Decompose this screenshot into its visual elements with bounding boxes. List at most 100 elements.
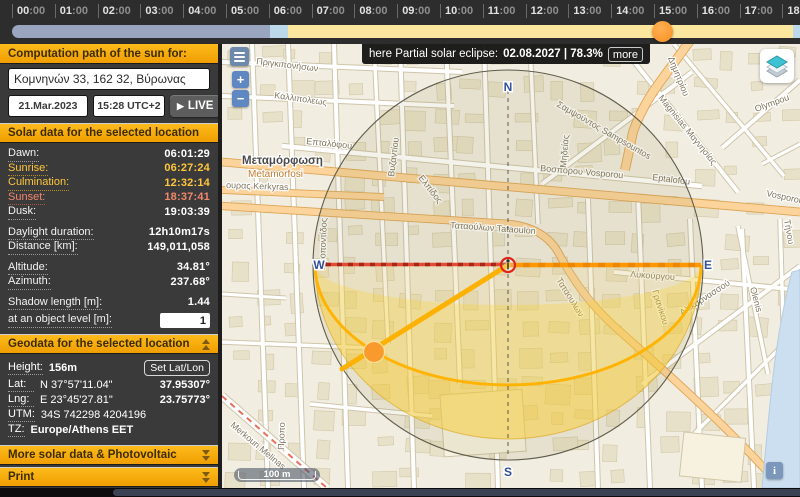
lat-dms: N 37°57'11.04" [40,378,160,392]
timeline-tick [354,4,355,18]
lng-label: Lng: [8,392,34,407]
bottom-scrollbar[interactable] [0,488,800,497]
solar-row: Sunset:18:37:41 [8,191,210,206]
timeline-hour-label: 17:00 [745,5,773,17]
section-collapsed-header[interactable]: Print [0,467,218,487]
section-solar-title: Solar data for the selected location [8,127,199,139]
section-geodata-header[interactable]: Geodata for the selected location [0,334,218,354]
solar-row: Shadow length [m]:1.44 [8,296,210,311]
sun-position-marker[interactable] [364,342,385,363]
timeline-hour-label: 10:00 [445,5,473,17]
timeline-tick [12,4,13,18]
lat-label: Lat: [8,377,34,392]
zoom-out-button[interactable]: − [232,90,249,107]
map-area: ΠριγκιπονήσωνΚαλλιπολεωςΕπταλόφουEptalof… [222,44,800,488]
map-canvas[interactable]: ΠριγκιπονήσωνΚαλλιπολεωςΕπταλόφουEptalof… [222,44,800,488]
svg-text:Προπο: Προπο [276,422,287,450]
solar-row: Culmination:12:32:14 [8,176,210,191]
timeline-hour-label: 00:00 [17,5,45,17]
play-icon: ▶ [177,101,184,112]
more-button[interactable]: more [608,47,643,62]
eclipse-banner-text: here Partial solar eclipse: [369,48,498,60]
timeline-time-marker[interactable] [652,21,673,42]
timeline-tick [397,4,398,18]
object-level-input[interactable] [160,313,210,328]
info-button[interactable]: i [766,462,783,479]
address-input[interactable] [8,68,210,90]
timeline-tick [98,4,99,18]
timeline-tick [568,4,569,18]
live-label: LIVE [188,100,214,112]
live-button[interactable]: ▶ LIVE [170,95,220,117]
menu-icon[interactable] [230,47,249,66]
lat-decimal: 37.95307° [160,378,210,392]
timeline-hour-label: 01:00 [60,5,88,17]
solar-row: Altitude:34.81° [8,261,210,276]
timeline-bar[interactable]: 00:0001:0002:0003:0004:0005:0006:0007:00… [0,0,800,44]
timeline-tick [440,4,441,18]
timeline-hour-label: 13:00 [573,5,601,17]
timeline-hour-label: 08:00 [359,5,387,17]
timeline-hour-label: 18:00 [787,5,800,17]
scrollbar-thumb[interactable] [113,489,800,496]
solar-row: Azimuth:237.68° [8,275,210,290]
section-computation-header[interactable]: Computation path of the sun for: [0,44,218,64]
timeline-hour-label: 03:00 [145,5,173,17]
section-solar-header[interactable]: Solar data for the selected location [0,123,218,143]
timeline-hour-label: 14:00 [616,5,644,17]
timeline-tick [782,4,783,18]
date-input[interactable] [8,95,88,117]
section-collapsed-header[interactable]: More solar data & Photovoltaic [0,445,218,465]
section-collapsed-title: Print [8,471,34,483]
timeline-hour-label: 04:00 [188,5,216,17]
collapse-down-icon[interactable] [202,472,210,483]
layers-icon[interactable] [760,49,794,83]
zoom-in-button[interactable]: + [232,71,249,88]
timeline-hour-label: 15:00 [659,5,687,17]
timeline-segment [270,25,288,38]
timeline-tick [740,4,741,18]
solar-row: Distance [km]:149,011,058 [8,240,210,255]
object-level-row: at an object level [m]: [8,313,210,328]
timeline-hour-label: 09:00 [402,5,430,17]
timeline-segment [793,25,800,38]
layers-glyph [764,53,790,79]
timeline-tick [483,4,484,18]
timeline-hour-label: 07:00 [317,5,345,17]
sidebar: Computation path of the sun for: ▶ LIVE … [0,44,222,488]
timeline-tick [312,4,313,18]
timeline-hour-label: 02:00 [103,5,131,17]
geodata-body: Height: 156m Set Lat/Lon Lat: N 37°57'11… [0,354,218,443]
collapse-down-icon[interactable] [202,450,210,461]
compass-label: S [504,465,512,479]
height-label: Height: [8,360,43,375]
lng-dms: E 23°45'27.81" [40,393,160,407]
timeline-hour-label: 16:00 [702,5,730,17]
collapsed-sections: More solar data & PhotovoltaicPrintConta… [0,445,218,488]
timeline-tick [55,4,56,18]
compass-label: W [313,258,325,272]
solar-row: Dusk:19:03:39 [8,205,210,220]
compass-label: N [504,80,513,94]
timeline-tick [183,4,184,18]
lng-decimal: 23.75773° [160,393,210,407]
timeline-track[interactable] [12,25,800,38]
timeline-hour-label: 11:00 [488,5,516,17]
place-label: Μεταμόρφωση [242,155,323,167]
timeline-tick [611,4,612,18]
set-latlon-button[interactable]: Set Lat/Lon [144,360,210,376]
utm-value: 34S 742298 4204196 [41,408,210,422]
timeline-tick [697,4,698,18]
solar-row: Dawn:06:01:29 [8,147,210,162]
timeline-tick [526,4,527,18]
time-input[interactable] [93,95,165,117]
timeline-tick [140,4,141,18]
computation-body: ▶ LIVE ↻ [0,64,218,123]
timeline-tick [226,4,227,18]
collapse-up-icon[interactable] [202,339,210,350]
timeline-segment [12,25,270,38]
suncalc-app: 00:0001:0002:0003:0004:0005:0006:0007:00… [0,0,800,497]
tz-value: Europe/Athens EET [31,423,211,437]
solar-row: Sunrise:06:27:24 [8,162,210,177]
eclipse-banner: here Partial solar eclipse: 02.08.2027 |… [362,44,650,64]
